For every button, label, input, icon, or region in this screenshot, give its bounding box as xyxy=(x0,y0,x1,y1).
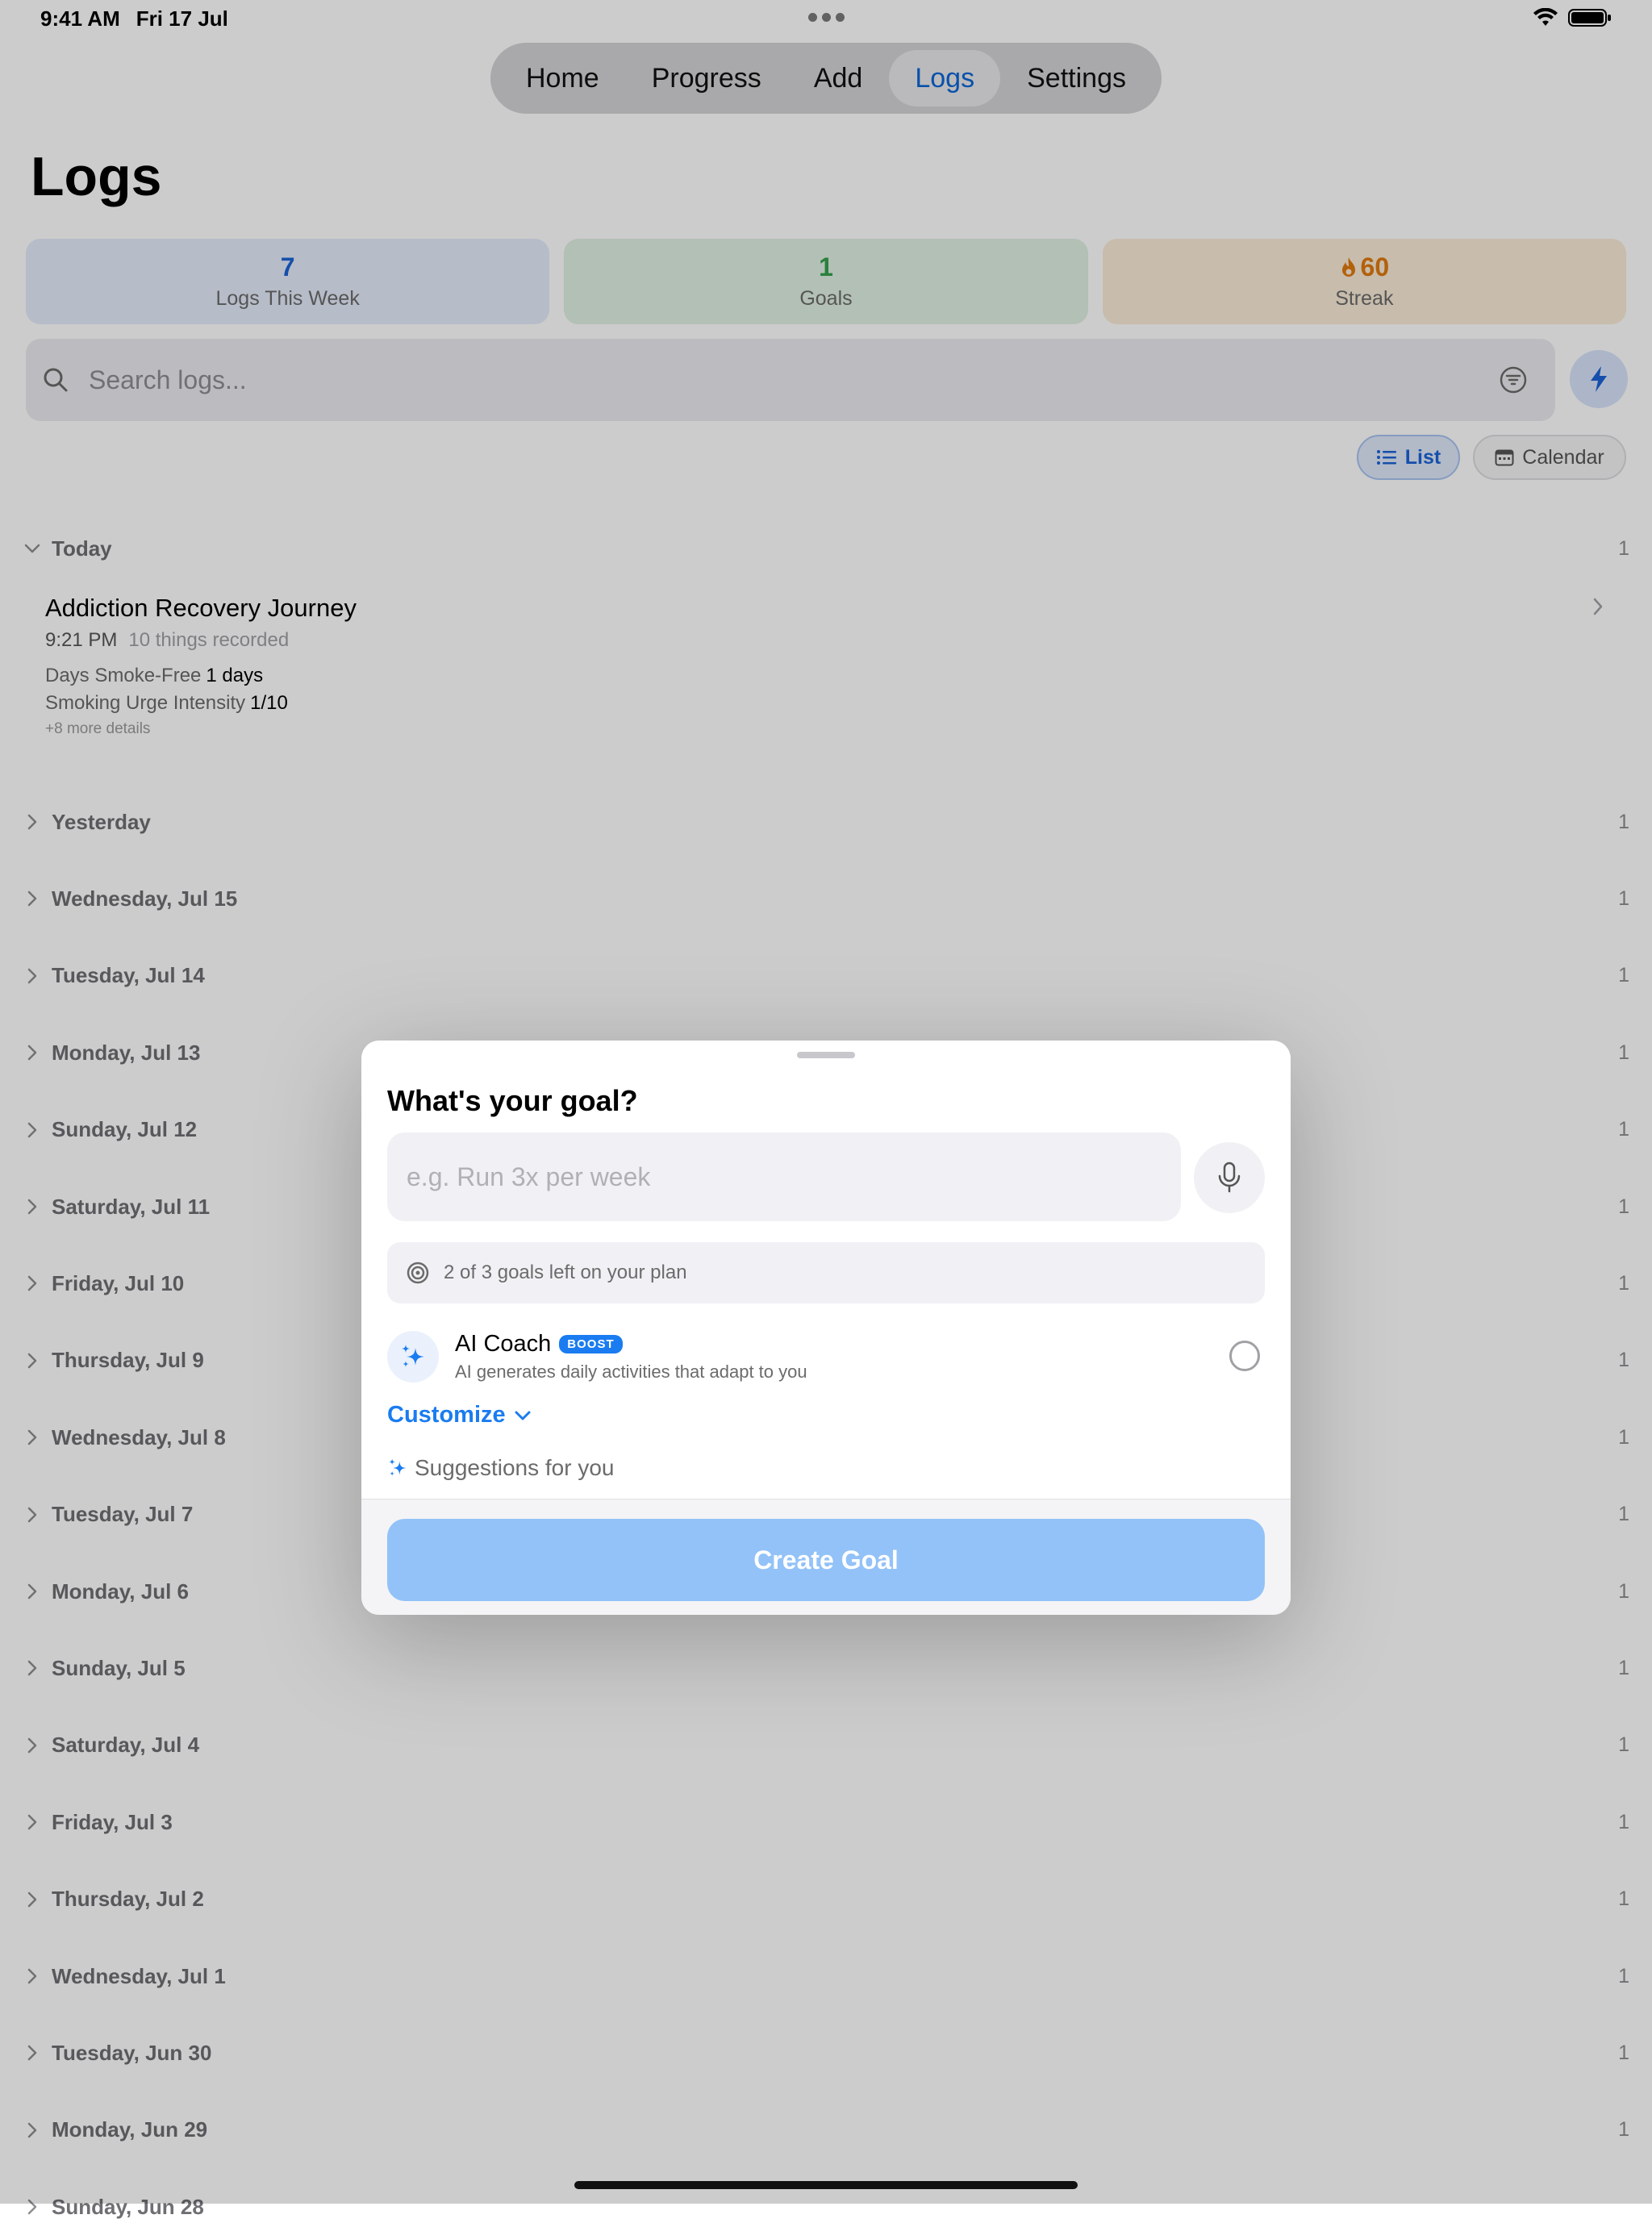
create-goal-sheet: What's your goal? e.g. Run 3x per week 2… xyxy=(361,1041,1291,1615)
sheet-grabber[interactable] xyxy=(797,1052,855,1058)
sparkles-icon xyxy=(402,1345,424,1367)
dictation-button[interactable] xyxy=(1194,1142,1265,1213)
sheet-title: What's your goal? xyxy=(387,1084,638,1117)
ai-coach-toggle[interactable] xyxy=(1229,1341,1260,1371)
chevron-down-icon xyxy=(515,1411,531,1420)
plan-limit-note: 2 of 3 goals left on your plan xyxy=(387,1242,1265,1303)
sparkles-icon xyxy=(389,1458,407,1476)
customize-button[interactable]: Customize xyxy=(387,1402,532,1428)
boost-badge: BOOST xyxy=(559,1335,623,1353)
customize-label: Customize xyxy=(387,1402,506,1428)
plan-limit-text: 2 of 3 goals left on your plan xyxy=(444,1262,687,1283)
sheet-footer: Create Goal xyxy=(361,1499,1291,1615)
ai-coach-subtitle: AI generates daily activities that adapt… xyxy=(455,1362,807,1382)
create-goal-button[interactable]: Create Goal xyxy=(387,1519,1265,1601)
target-icon xyxy=(407,1262,429,1284)
logs-screen: 9:41 AM Fri 17 Jul Home Progress Add Logs… xyxy=(0,0,1652,2219)
ai-coach-icon xyxy=(387,1331,439,1383)
home-indicator[interactable] xyxy=(574,2181,1078,2189)
suggestions-header: Suggestions for you xyxy=(387,1455,615,1481)
goal-input[interactable]: e.g. Run 3x per week xyxy=(387,1132,1181,1221)
ai-coach-title-row: AI Coach BOOST xyxy=(455,1331,623,1358)
ai-coach-title: AI Coach xyxy=(455,1331,552,1357)
suggestions-label: Suggestions for you xyxy=(415,1455,615,1480)
microphone-icon xyxy=(1218,1162,1241,1193)
